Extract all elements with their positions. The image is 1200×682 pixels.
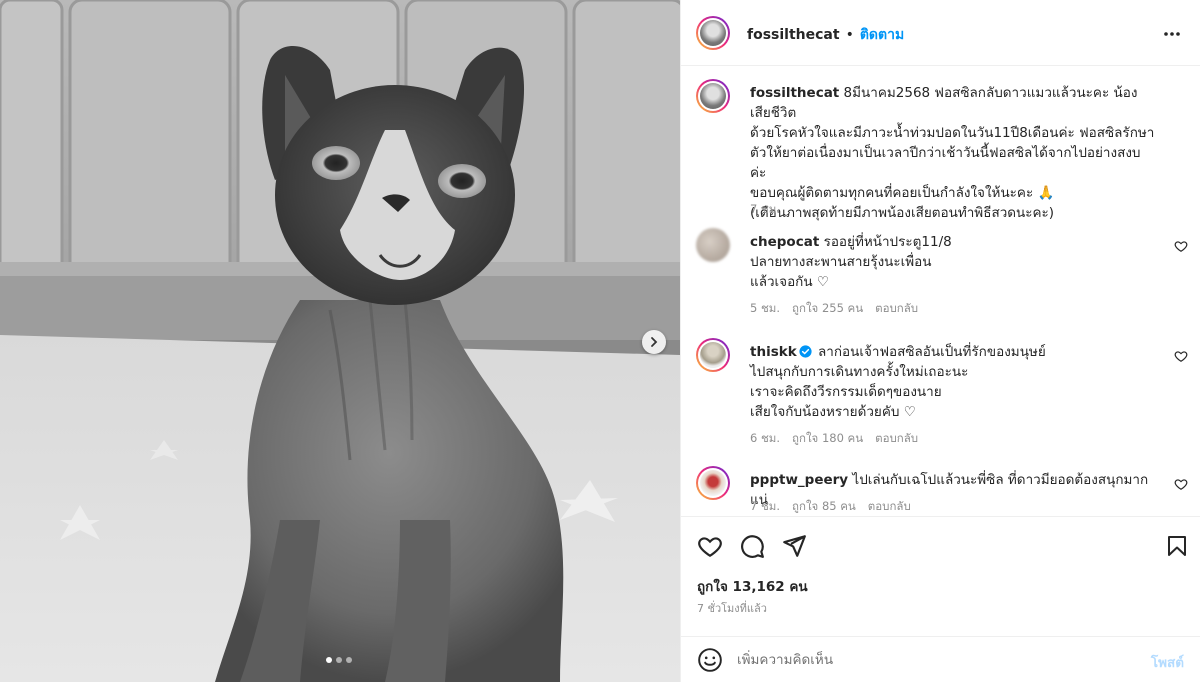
comment-input[interactable] [735, 645, 1119, 675]
carousel-dot-3 [346, 657, 352, 663]
caption-time[interactable]: 7 ชม. [750, 201, 780, 219]
author-avatar[interactable] [696, 16, 730, 50]
caption-meta: 7 ชม. [750, 201, 780, 219]
caption-username[interactable]: fossilthecat [750, 85, 839, 101]
comment-text: chepocat รออยู่ที่หน้าประตู11/8 ปลายทางส… [750, 232, 1156, 292]
post-actions: ถูกใจ 13,162 คน 7 ชั่วโมงที่แล้ว [681, 516, 1200, 636]
comment-avatar[interactable] [696, 338, 730, 372]
comment-heart-icon[interactable] [1174, 477, 1188, 491]
comment-username[interactable]: thiskk [750, 344, 797, 360]
post-comment-button[interactable]: โพสต์ [1151, 651, 1184, 673]
cat-photo-image [0, 0, 680, 682]
reply-button[interactable]: ตอบกลับ [875, 300, 918, 318]
post-side-panel: fossilthecat • ติดตาม fossilthecat 8มีนา… [680, 0, 1200, 682]
likes-count[interactable]: ถูกใจ 13,162 คน [697, 575, 808, 597]
author-username[interactable]: fossilthecat [747, 27, 840, 43]
caption: fossilthecat 8มีนาคม2568 ฟอสซิลกลับดาวแม… [681, 79, 1200, 221]
posted-time: 7 ชั่วโมงที่แล้ว [697, 602, 767, 615]
caption-avatar[interactable] [696, 79, 730, 113]
reply-button[interactable]: ตอบกลับ [875, 430, 918, 448]
caption-text: fossilthecat 8มีนาคม2568 ฟอสซิลกลับดาวแม… [750, 83, 1156, 223]
caption-body: 8มีนาคม2568 ฟอสซิลกลับดาวแมวแล้วนะคะ น้อ… [750, 85, 1155, 221]
comment-avatar[interactable] [696, 466, 730, 500]
comment-heart-icon[interactable] [1174, 349, 1188, 363]
comment-likes[interactable]: ถูกใจ 180 คน [792, 430, 863, 448]
comment-item: ppptw_peery ไปเล่นกับเฉโปแล้วนะพี่ซิล ที… [681, 466, 1200, 516]
comment-avatar[interactable] [696, 228, 730, 262]
comment-item: thiskk ลาก่อนเจ้าฟอสซิลอันเป็นที่รักของม… [681, 338, 1200, 448]
post-photo[interactable] [0, 0, 680, 682]
comment-meta: 7 ชม. ถูกใจ 85 คน ตอบกลับ [750, 498, 911, 516]
comment-time[interactable]: 6 ชม. [750, 430, 780, 448]
comments-list[interactable]: fossilthecat 8มีนาคม2568 ฟอสซิลกลับดาวแม… [681, 66, 1200, 516]
carousel-dot-1 [326, 657, 332, 663]
chevron-right-icon [651, 337, 658, 347]
comment-username[interactable]: chepocat [750, 234, 819, 250]
bookmark-icon[interactable] [1165, 533, 1189, 559]
comment-time[interactable]: 5 ชม. [750, 300, 780, 318]
comment-time[interactable]: 7 ชม. [750, 498, 780, 516]
smiley-icon[interactable] [697, 647, 723, 673]
comment-likes[interactable]: ถูกใจ 255 คน [792, 300, 863, 318]
post-header: fossilthecat • ติดตาม [681, 0, 1200, 66]
comment-bubble-icon[interactable] [739, 533, 765, 559]
verified-badge-icon [799, 345, 812, 358]
carousel-next-button[interactable] [642, 330, 666, 354]
paper-plane-icon[interactable] [781, 533, 807, 559]
comment-text: thiskk ลาก่อนเจ้าฟอสซิลอันเป็นที่รักของม… [750, 342, 1156, 422]
follow-button[interactable]: ติดตาม [860, 24, 904, 46]
comment-item: chepocat รออยู่ที่หน้าประตู11/8 ปลายทางส… [681, 228, 1200, 318]
carousel-dot-2 [336, 657, 342, 663]
carousel-dots [326, 657, 352, 663]
more-horizontal-icon[interactable] [1162, 24, 1182, 44]
comment-meta: 5 ชม. ถูกใจ 255 คน ตอบกลับ [750, 300, 918, 318]
heart-icon[interactable] [697, 533, 723, 559]
comment-likes[interactable]: ถูกใจ 85 คน [792, 498, 856, 516]
comment-username[interactable]: ppptw_peery [750, 472, 848, 488]
header-separator: • [845, 27, 854, 43]
comment-heart-icon[interactable] [1174, 239, 1188, 253]
reply-button[interactable]: ตอบกลับ [868, 498, 911, 516]
comment-meta: 6 ชม. ถูกใจ 180 คน ตอบกลับ [750, 430, 918, 448]
comment-compose: โพสต์ [681, 636, 1200, 682]
